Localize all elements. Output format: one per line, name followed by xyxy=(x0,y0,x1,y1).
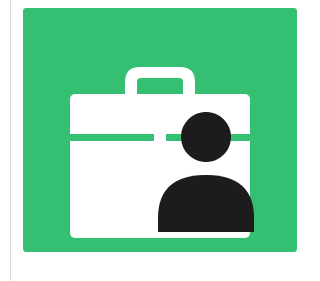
briefcase-latch xyxy=(154,130,166,142)
app-icon-screen xyxy=(0,0,297,281)
work-profile-app-icon[interactable] xyxy=(23,8,297,252)
person-head xyxy=(181,112,231,162)
left-divider xyxy=(10,0,11,281)
app-icon-graphic xyxy=(23,8,297,252)
